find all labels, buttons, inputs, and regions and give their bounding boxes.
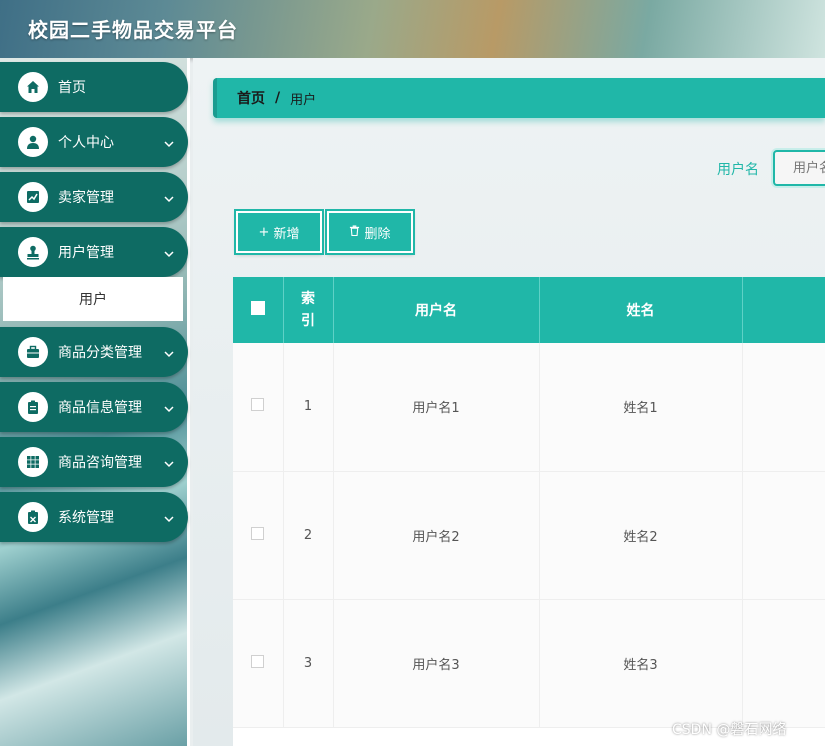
row-username: 用户名1 [333,343,540,472]
briefcase-icon [18,337,48,367]
chevron-down-icon [164,402,174,413]
column-header-extra [742,277,825,343]
search-username-input[interactable] [773,150,825,186]
breadcrumb-separator: / [275,90,281,106]
user-table: 索引 用户名 姓名 1 用户名1 姓名1 2 用户名2 姓名2 3 用户名3 姓… [233,277,825,746]
row-extra [742,471,825,600]
app-header: 校园二手物品交易平台 [0,0,825,58]
sidebar: 首页 个人中心 卖家管理 用户管理 用户 商品分类管理 商品信息管理 商品咨询管… [0,58,190,746]
settings-clipboard-icon [18,502,48,532]
table-row[interactable]: 3 用户名3 姓名3 [233,599,825,728]
select-all-header [233,277,284,343]
sidebar-item-label: 商品信息管理 [58,400,142,416]
sidebar-item-label: 商品分类管理 [58,345,142,361]
row-index: 2 [283,471,334,600]
sidebar-item-product-info-management[interactable]: 商品信息管理 [0,382,188,432]
sidebar-item-label: 首页 [58,80,86,96]
main-content: 首页 / 用户 用户名 + 新增 删除 [193,58,825,746]
row-checkbox[interactable] [251,654,265,668]
row-name: 姓名1 [539,343,743,472]
add-button-label: 新增 [273,226,300,242]
delete-button-label: 删除 [364,226,391,242]
row-index: 1 [283,343,334,472]
sidebar-item-label: 个人中心 [58,135,114,151]
sidebar-item-home[interactable]: 首页 [0,62,188,112]
sidebar-item-label: 卖家管理 [58,190,114,206]
table-row[interactable]: 1 用户名1 姓名1 [233,343,825,472]
chevron-down-icon [164,192,174,203]
sidebar-item-category-management[interactable]: 商品分类管理 [0,327,188,377]
sidebar-subitem-user[interactable]: 用户 [3,277,183,321]
home-icon [18,72,48,102]
row-checkbox-cell [233,343,284,472]
column-header-index: 索引 [283,277,334,343]
column-header-name: 姓名 [539,277,743,343]
search-username-label: 用户名 [717,162,759,178]
row-checkbox[interactable] [251,526,265,540]
chevron-down-icon [164,457,174,468]
row-username: 用户名2 [333,471,540,600]
user-icon [18,127,48,157]
plus-icon: + [258,224,270,240]
row-name: 姓名2 [539,471,743,600]
row-name: 姓名3 [539,599,743,728]
sidebar-item-label: 系统管理 [58,510,114,526]
row-index: 3 [283,599,334,728]
clipboard-icon [18,392,48,422]
chevron-down-icon [164,347,174,358]
chart-icon [18,182,48,212]
watermark: CSDN @磐石网络 [672,722,787,738]
stamp-icon [18,237,48,267]
sidebar-item-seller-management[interactable]: 卖家管理 [0,172,188,222]
breadcrumb: 首页 / 用户 [213,78,825,118]
chevron-down-icon [164,137,174,148]
row-checkbox[interactable] [251,398,265,412]
add-button[interactable]: + 新增 [234,209,324,255]
row-username: 用户名3 [333,599,540,728]
row-checkbox-cell [233,471,284,600]
chevron-down-icon [164,512,174,523]
table-header-row: 索引 用户名 姓名 [233,277,825,343]
breadcrumb-current: 用户 [290,92,317,108]
row-checkbox-cell [233,599,284,728]
app-title: 校园二手物品交易平台 [28,18,238,42]
row-extra [742,599,825,728]
sidebar-item-personal-center[interactable]: 个人中心 [0,117,188,167]
column-header-username: 用户名 [333,277,540,343]
sidebar-item-product-inquiry-management[interactable]: 商品咨询管理 [0,437,188,487]
sidebar-item-system-management[interactable]: 系统管理 [0,492,188,542]
breadcrumb-home[interactable]: 首页 [237,88,265,108]
sidebar-item-user-management[interactable]: 用户管理 [0,227,188,277]
grid-icon [18,447,48,477]
row-extra [742,343,825,472]
chevron-down-icon [164,247,174,258]
sidebar-item-label: 用户管理 [58,245,114,261]
trash-icon [349,224,360,240]
sidebar-item-label: 商品咨询管理 [58,455,142,471]
select-all-checkbox[interactable] [250,301,265,315]
table-row[interactable]: 2 用户名2 姓名2 [233,471,825,600]
delete-button[interactable]: 删除 [325,209,415,255]
sidebar-subitem-label: 用户 [79,292,107,308]
